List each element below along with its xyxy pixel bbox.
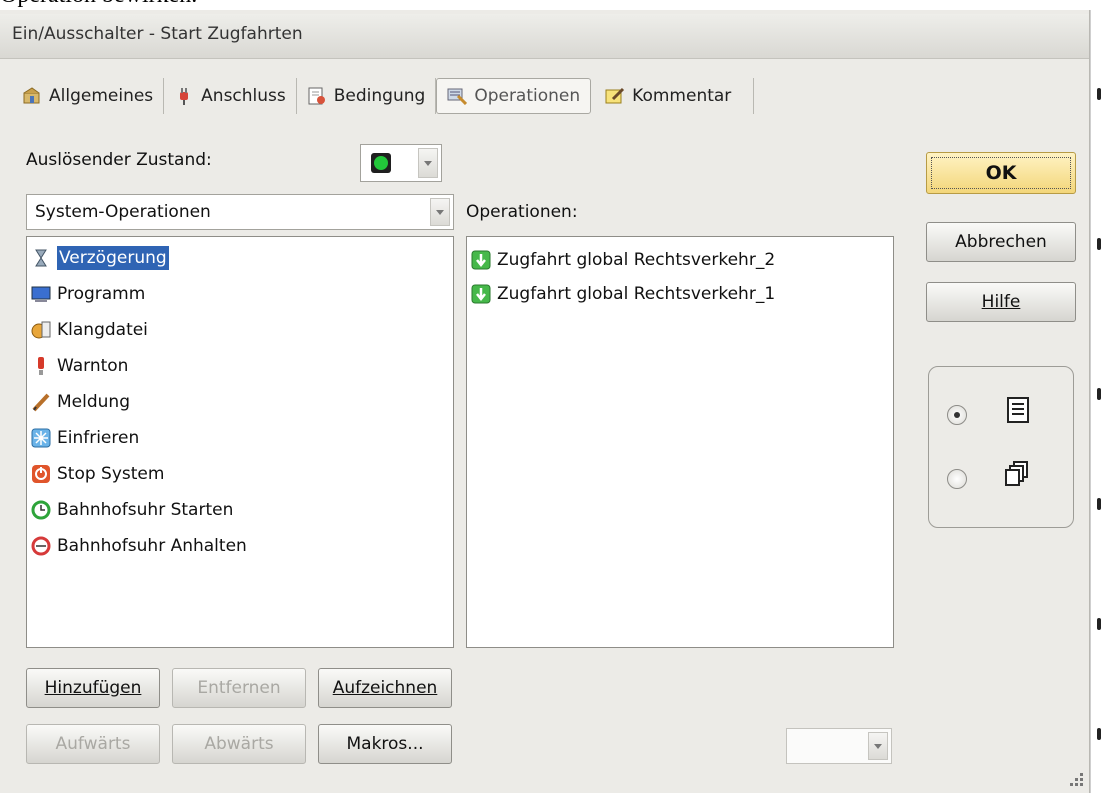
record-button[interactable]: Aufzeichnen [318, 668, 452, 708]
ok-button[interactable]: OK [926, 152, 1076, 194]
list-item[interactable]: Meldung [31, 387, 130, 417]
freeze-icon [31, 428, 51, 448]
stop-system-icon [31, 464, 51, 484]
operations-list[interactable]: Zugfahrt global Rechtsverkehr_2 Zugfahrt… [466, 236, 894, 648]
green-down-arrow-icon [471, 284, 491, 304]
add-button[interactable]: Hinzufügen [26, 668, 160, 708]
chevron-down-icon[interactable] [868, 732, 888, 760]
list-item[interactable]: Bahnhofsuhr Anhalten [31, 531, 247, 561]
trigger-state-select[interactable] [360, 144, 442, 182]
clock-start-icon [31, 500, 51, 520]
title-bar[interactable]: Ein/Ausschalter - Start Zugfahrten [0, 14, 1089, 59]
plug-icon [174, 87, 194, 105]
resize-grip[interactable] [1070, 773, 1084, 787]
sound-file-icon [31, 320, 51, 340]
system-operations-list[interactable]: Verzögerung Programm Klangdatei Warnton … [26, 236, 454, 648]
tab-allgemeines[interactable]: Allgemeines [12, 78, 165, 114]
chevron-down-icon[interactable] [418, 148, 438, 178]
tab-bedingung[interactable]: Bedingung [297, 78, 437, 114]
operations-icon [447, 87, 468, 106]
list-item[interactable]: Zugfahrt global Rechtsverkehr_2 [471, 245, 775, 275]
category-select[interactable]: System-Operationen [26, 194, 454, 230]
cancel-button[interactable]: Abbrechen [926, 222, 1076, 262]
tab-label: Bedingung [333, 86, 426, 106]
comment-icon [605, 87, 625, 105]
macros-button[interactable]: Makros... [318, 724, 452, 764]
list-item[interactable]: Warnton [31, 351, 128, 381]
warning-tone-icon [31, 356, 51, 376]
page-top-text: Operation bewirken. [0, 0, 1090, 8]
chevron-down-icon[interactable] [430, 198, 450, 226]
tab-anschluss[interactable]: Anschluss [164, 78, 297, 114]
message-icon [31, 392, 51, 412]
view-mode-group [928, 366, 1074, 528]
tab-label: Operationen [474, 86, 581, 106]
tab-label: Anschluss [201, 86, 286, 106]
list-view-icon [1007, 397, 1029, 428]
trigger-state-label: Auslösender Zustand: [26, 150, 212, 170]
hourglass-icon [31, 248, 51, 268]
view-mode-list-radio[interactable] [947, 405, 967, 425]
tab-label: Kommentar [632, 86, 732, 106]
tab-kommentar[interactable]: Kommentar [595, 78, 755, 114]
operations-label: Operationen: [466, 202, 578, 222]
state-indicator-icon [371, 153, 391, 173]
tab-label: Allgemeines [49, 86, 154, 106]
copy-view-icon [1005, 461, 1029, 492]
move-up-button[interactable]: Aufwärts [26, 724, 160, 764]
program-icon [31, 284, 51, 304]
clock-stop-icon [31, 536, 51, 556]
list-item[interactable]: Verzögerung [31, 243, 169, 273]
category-value: System-Operationen [35, 202, 211, 222]
bottom-select[interactable] [786, 728, 892, 764]
window-title: Ein/Ausschalter - Start Zugfahrten [12, 24, 303, 44]
list-item[interactable]: Klangdatei [31, 315, 148, 345]
list-item[interactable]: Einfrieren [31, 423, 139, 453]
list-item[interactable]: Stop System [31, 459, 164, 489]
green-down-arrow-icon [471, 250, 491, 270]
help-button[interactable]: Hilfe [926, 282, 1076, 322]
tab-strip: Allgemeines Anschluss Bedingung Operatio… [12, 74, 755, 118]
list-item[interactable]: Zugfahrt global Rechtsverkehr_1 [471, 279, 775, 309]
window-edge-strip [1090, 10, 1106, 793]
remove-button[interactable]: Entfernen [172, 668, 306, 708]
general-icon [22, 87, 42, 105]
list-item[interactable]: Bahnhofsuhr Starten [31, 495, 233, 525]
view-mode-copy-radio[interactable] [947, 469, 967, 489]
move-down-button[interactable]: Abwärts [172, 724, 306, 764]
list-item[interactable]: Programm [31, 279, 145, 309]
tab-operationen[interactable]: Operationen [436, 78, 592, 114]
condition-icon [307, 87, 327, 105]
